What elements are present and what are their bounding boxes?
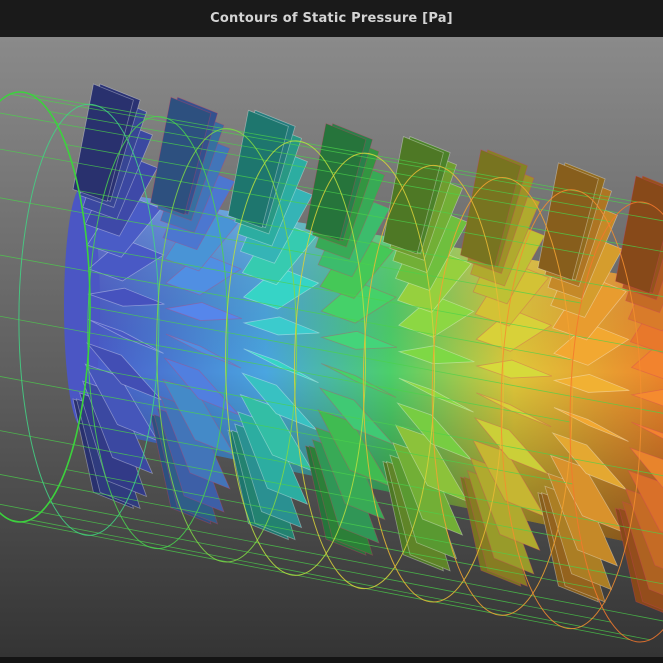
post-processing-window: Contours of Static Pressure [Pa]: [0, 0, 663, 663]
turbomachinery-pressure-contour[interactable]: [0, 37, 663, 657]
casing-line: [9, 519, 631, 641]
window-title: Contours of Static Pressure [Pa]: [210, 11, 453, 26]
title-bar: Contours of Static Pressure [Pa]: [0, 0, 663, 37]
bottom-border: [0, 657, 663, 663]
3d-viewport[interactable]: [0, 37, 663, 657]
